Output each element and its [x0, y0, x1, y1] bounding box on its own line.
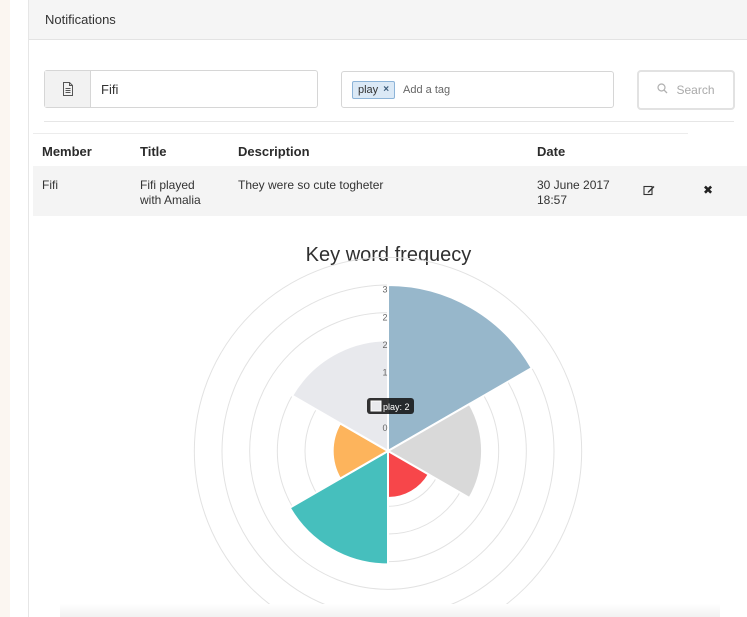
tick-label: 3 [382, 285, 387, 295]
tick-label: 1 [382, 368, 387, 378]
tick-label: 0 [382, 423, 387, 433]
tick-label: 2 [382, 340, 387, 350]
chart-tooltip: play: 2 [367, 398, 414, 414]
tick-label: 2 [382, 312, 387, 322]
bottom-fade [60, 604, 720, 617]
tooltip-swatch [370, 400, 382, 412]
tooltip-label: play: 2 [383, 402, 410, 412]
polar-area-chart: 0 1 2 2 3 play: 2 [193, 256, 583, 617]
